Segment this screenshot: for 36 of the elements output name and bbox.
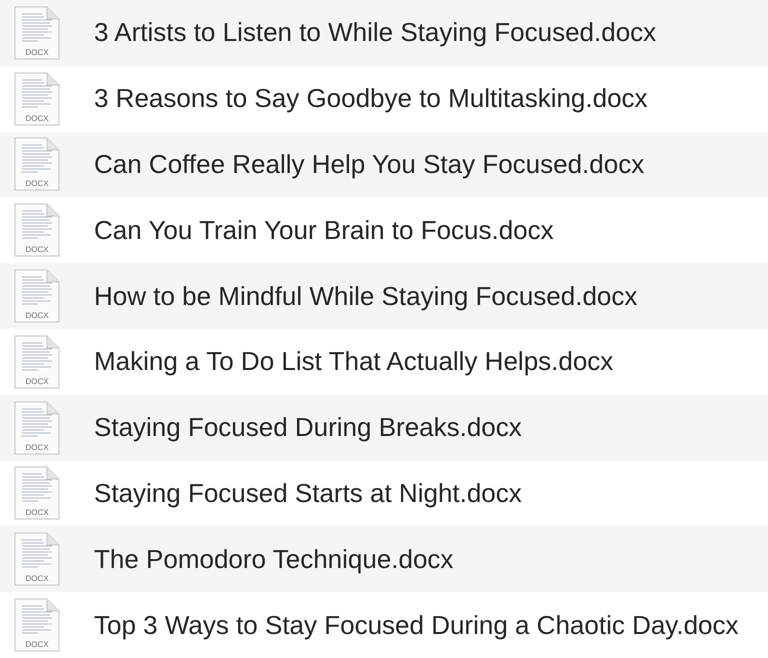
file-type-label: DOCX [24,245,50,254]
file-name: Making a To Do List That Actually Helps.docx [94,346,614,378]
document-icon [14,466,60,520]
file-type-label: DOCX [24,508,50,518]
file-type-label: DOCX [24,640,50,650]
file-row[interactable]: DOCX How to be Mindful While Staying Focused.docx [0,263,768,329]
file-name: Can You Train Your Brain to Focus.docx [94,214,554,246]
document-icon [14,137,60,192]
file-row[interactable]: DOCX Staying Focused During Breaks.docx [0,394,768,461]
file-name: Top 3 Ways to Stay Focused During a Chaotic Day.docx [94,610,739,641]
document-icon [14,6,60,60]
file-row[interactable]: DOCX 3 Artists to Listen to While Staying Focused.docx [0,0,768,66]
file-row[interactable]: DOCX Can Coffee Really Help You Stay Focused.docx [0,132,768,198]
document-icon [14,598,60,652]
file-name: The Pomodoro Technique.docx [94,544,454,575]
file-type-label: DOCX [24,574,50,584]
file-name: Staying Focused During Breaks.docx [94,412,522,444]
file-type-label: DOCX [24,311,50,320]
file-type-label: DOCX [24,376,50,386]
document-icon [14,72,60,126]
document-icon [14,532,60,586]
file-row[interactable]: DOCX Staying Focused Starts at Night.docx [0,460,768,526]
file-name: Can Coffee Really Help You Stay Focused.docx [94,148,644,180]
document-icon [14,269,60,324]
file-name: Staying Focused Starts at Night.docx [94,478,522,509]
file-type-label: DOCX [24,442,50,452]
file-type-label: DOCX [24,48,50,57]
file-name: 3 Artists to Listen to While Staying Focused.docx [94,17,656,48]
file-row[interactable]: DOCX The Pomodoro Technique.docx [0,526,768,592]
document-icon [14,400,60,455]
file-name: How to be Mindful While Staying Focused.docx [94,280,638,312]
document-icon [14,203,60,258]
file-type-label: DOCX [24,179,50,188]
file-type-label: DOCX [24,114,50,123]
document-icon [14,334,60,389]
file-name: 3 Reasons to Say Goodbye to Multitasking.docx [94,83,648,114]
